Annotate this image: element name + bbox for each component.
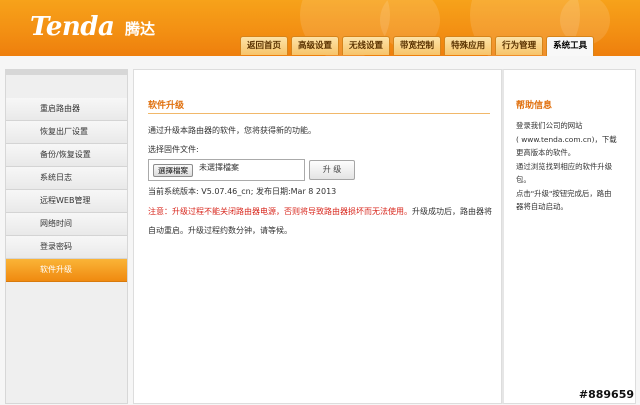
sidebar-item-factory-reset[interactable]: 恢复出厂设置 (6, 121, 127, 144)
sidebar-item-reboot[interactable]: 重启路由器 (6, 98, 127, 121)
upgrade-description: 通过升级本路由器的软件，您将获得新的功能。 (148, 126, 316, 135)
choose-file-button[interactable]: 選擇檔案 (153, 164, 193, 177)
page-title: 软件升级 (148, 101, 185, 111)
brand-logo-cn: 腾达 (125, 20, 156, 38)
watermark: #889659 (578, 388, 634, 401)
sidebar-item-firmware-upgrade[interactable]: 软件升级 (6, 259, 127, 282)
tab-home[interactable]: 返回首页 (240, 36, 289, 55)
sidebar-item-system-log[interactable]: 系统日志 (6, 167, 127, 190)
help-panel: 帮助信息 登录我们公司的网站 ( www.tenda.com.cn)，下载 更高… (502, 69, 636, 404)
version-info: 当前系统版本: V5.07.46_cn; 发布日期:Mar 8 2013 (148, 187, 337, 196)
header: Tenda 腾达 返回首页 高级设置 无线设置 带宽控制 特殊应用 行为管理 系… (0, 0, 640, 56)
tab-special-apps[interactable]: 特殊应用 (444, 36, 493, 55)
upgrade-note: 自动重启。升级过程约数分钟，请等候。 (148, 226, 292, 235)
sidebar-menu: 重启路由器 恢复出厂设置 备份/恢复设置 系统日志 远程WEB管理 网络时间 登… (6, 98, 127, 282)
top-nav-tabs: 返回首页 高级设置 无线设置 带宽控制 特殊应用 行为管理 系统工具 (240, 36, 595, 56)
main-panel: 软件升级 通过升级本路由器的软件，您将获得新的功能。 选择固件文件: 選擇檔案 … (133, 69, 502, 404)
help-title: 帮助信息 (516, 101, 553, 111)
sidebar-item-network-time[interactable]: 网络时间 (6, 213, 127, 236)
warning-text: 注意：升级过程不能关闭路由器电源，否则将导致路由器损坏而无法使用。 (148, 207, 412, 216)
sidebar: 重启路由器 恢复出厂设置 备份/恢复设置 系统日志 远程WEB管理 网络时间 登… (5, 69, 128, 404)
sidebar-item-login-password[interactable]: 登录密码 (6, 236, 127, 259)
help-line: 器将自动启动。 (516, 202, 568, 211)
warning-tail: 升级成功后，路由器将 (412, 207, 492, 216)
upgrade-button[interactable]: 升 级 (309, 160, 355, 180)
sidebar-item-backup-restore[interactable]: 备份/恢复设置 (6, 144, 127, 167)
help-line: 点击"升级"按钮完成后，路由 (516, 188, 612, 198)
file-status: 未選擇檔案 (199, 163, 239, 172)
help-line: ( www.tenda.com.cn)，下载 (516, 134, 617, 144)
upgrade-warning: 注意：升级过程不能关闭路由器电源，否则将导致路由器损坏而无法使用。升级成功后，路… (148, 206, 492, 217)
help-line: 更高版本的软件。 (516, 148, 576, 157)
help-text: 登录我们公司的网站 ( www.tenda.com.cn)，下载 更高版本的软件… (516, 119, 634, 214)
sidebar-item-remote-web[interactable]: 远程WEB管理 (6, 190, 127, 213)
tab-behavior[interactable]: 行为管理 (495, 36, 544, 55)
tab-system-tools[interactable]: 系统工具 (546, 36, 595, 56)
file-input[interactable]: 選擇檔案 未選擇檔案 (148, 159, 305, 181)
help-line: 通过浏览找到相应的软件升级 (516, 161, 613, 171)
brand-logo: Tenda (30, 12, 115, 42)
file-label: 选择固件文件: (148, 145, 199, 154)
help-line: 包。 (516, 175, 531, 184)
tab-wireless[interactable]: 无线设置 (342, 36, 391, 55)
tab-bandwidth[interactable]: 带宽控制 (393, 36, 442, 55)
title-divider (148, 113, 490, 114)
tab-advanced[interactable]: 高级设置 (291, 36, 340, 55)
help-line: 登录我们公司的网站 (516, 121, 583, 130)
